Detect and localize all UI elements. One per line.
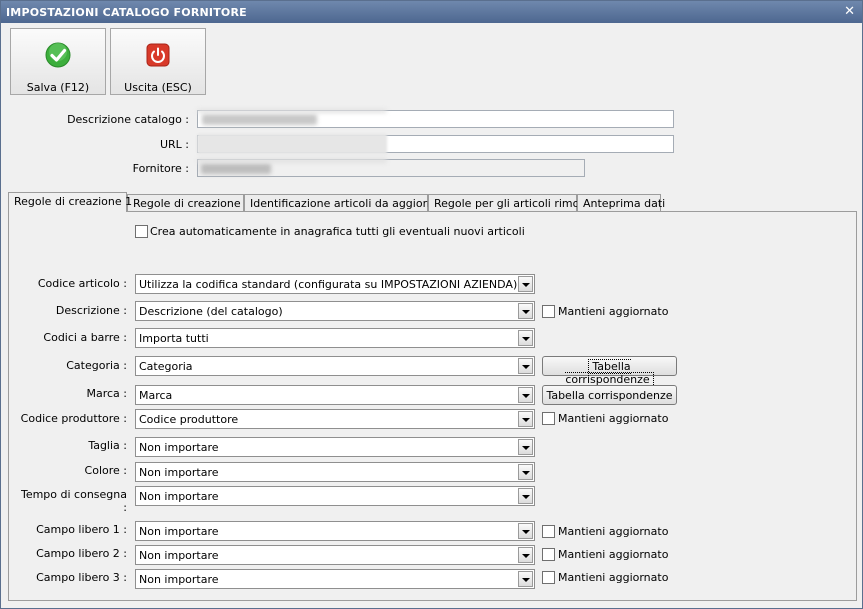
marca-select[interactable]: Marca <box>135 385 535 405</box>
campo-libero-3-keep-updated-checkbox[interactable] <box>542 571 555 584</box>
check-icon <box>45 42 71 68</box>
marca-mapping-button[interactable]: Tabella corrispondenze <box>542 385 677 405</box>
marca-label: Marca : <box>86 387 127 400</box>
chevron-down-icon[interactable] <box>518 464 533 480</box>
codice-articolo-select[interactable]: Utilizza la codifica standard (configura… <box>135 274 535 294</box>
window-title: IMPOSTAZIONI CATALOGO FORNITORE <box>6 6 247 19</box>
campo-libero-2-label: Campo libero 2 : <box>36 547 127 560</box>
tab-anteprima-dati[interactable]: Anteprima dati <box>577 194 665 211</box>
descrizione-catalogo-label: Descrizione catalogo : <box>67 113 189 126</box>
codice-produttore-select[interactable]: Codice produttore <box>135 409 535 429</box>
chevron-down-icon[interactable] <box>518 303 533 319</box>
close-icon[interactable]: ✕ <box>844 4 855 19</box>
save-button-label: Salva (F12) <box>26 81 90 94</box>
codice-produttore-label: Codice produttore : <box>20 412 127 425</box>
button-label: Tabella corrispondenze <box>546 389 673 402</box>
tab-regole-articoli-rimossi[interactable]: Regole per gli articoli rimossi <box>428 194 594 211</box>
campo-libero-1-label: Campo libero 1 : <box>36 523 127 536</box>
taglia-select[interactable]: Non importare <box>135 437 535 457</box>
chevron-down-icon[interactable] <box>518 358 533 374</box>
redacted-text <box>201 163 271 174</box>
tab-panel <box>8 211 857 601</box>
select-value: Non importare <box>139 549 219 562</box>
chevron-down-icon[interactable] <box>518 439 533 455</box>
descrizione-select[interactable]: Descrizione (del catalogo) <box>135 301 535 321</box>
campo-libero-2-select[interactable]: Non importare <box>135 545 535 565</box>
fornitore-label: Fornitore : <box>132 162 189 175</box>
chevron-down-icon[interactable] <box>518 276 533 292</box>
chevron-down-icon[interactable] <box>518 488 533 504</box>
campo-libero-2-keep-updated-checkbox[interactable] <box>542 548 555 561</box>
chevron-down-icon[interactable] <box>518 547 533 563</box>
categoria-mapping-button[interactable]: Tabella corrispondenze <box>542 356 677 387</box>
chevron-down-icon[interactable] <box>518 571 533 587</box>
url-input[interactable] <box>197 134 674 154</box>
select-value: Utilizza la codifica standard (configura… <box>139 278 518 291</box>
descrizione-catalogo-input[interactable] <box>197 109 674 128</box>
tempo-consegna-select[interactable]: Non importare <box>135 486 535 506</box>
title-bar[interactable]: IMPOSTAZIONI CATALOGO FORNITORE ✕ <box>1 1 862 23</box>
campo-libero-3-select[interactable]: Non importare <box>135 569 535 589</box>
keep-updated-label: Mantieni aggiornato <box>558 571 669 584</box>
tab-identificazione-articoli[interactable]: Identificazione articoli da aggiornare <box>244 194 452 211</box>
chevron-down-icon[interactable] <box>518 330 533 346</box>
tab-label: Identificazione articoli da aggiornare <box>250 197 452 210</box>
power-icon <box>146 43 170 67</box>
select-value: Non importare <box>139 441 219 454</box>
exit-button-label: Uscita (ESC) <box>124 81 192 94</box>
campo-libero-1-keep-updated-checkbox[interactable] <box>542 525 555 538</box>
categoria-label: Categoria : <box>66 359 127 372</box>
keep-updated-label: Mantieni aggiornato <box>558 548 669 561</box>
descrizione-label: Descrizione : <box>55 304 127 317</box>
chevron-down-icon[interactable] <box>518 411 533 427</box>
chevron-down-icon[interactable] <box>518 523 533 539</box>
button-label: Tabella corrispondenze <box>565 359 654 387</box>
campo-libero-1-select[interactable]: Non importare <box>135 521 535 541</box>
tab-regole-creazione-2[interactable]: Regole di creazione 2 <box>127 194 251 211</box>
codici-a-barre-label: Codici a barre : <box>43 331 127 344</box>
select-value: Non importare <box>139 466 219 479</box>
keep-updated-label: Mantieni aggiornato <box>558 525 669 538</box>
campo-libero-3-label: Campo libero 3 : <box>36 571 127 584</box>
save-button[interactable]: Salva (F12) <box>10 28 106 95</box>
redacted-text <box>202 114 317 125</box>
tab-regole-creazione-1[interactable]: Regole di creazione 1 <box>8 192 132 212</box>
codice-produttore-keep-updated-checkbox[interactable] <box>542 412 555 425</box>
dialog-window: IMPOSTAZIONI CATALOGO FORNITORE ✕ Salva … <box>0 0 863 609</box>
select-value: Importa tutti <box>139 332 209 345</box>
select-value: Descrizione (del catalogo) <box>139 305 283 318</box>
select-value: Non importare <box>139 525 219 538</box>
descrizione-keep-updated-checkbox[interactable] <box>542 305 555 318</box>
exit-button[interactable]: Uscita (ESC) <box>110 28 206 95</box>
auto-create-checkbox[interactable] <box>135 225 148 238</box>
auto-create-label: Crea automaticamente in anagrafica tutti… <box>150 225 525 238</box>
colore-label: Colore : <box>84 464 127 477</box>
keep-updated-label: Mantieni aggiornato <box>558 305 669 318</box>
tempo-consegna-label: Tempo di consegna : <box>20 488 127 514</box>
categoria-select[interactable]: Categoria <box>135 356 535 376</box>
tab-label: Anteprima dati <box>583 197 666 210</box>
keep-updated-label: Mantieni aggiornato <box>558 412 669 425</box>
fornitore-field <box>197 158 585 177</box>
select-value: Categoria <box>139 360 193 373</box>
tab-label: Regole per gli articoli rimossi <box>434 197 594 210</box>
select-value: Codice produttore <box>139 413 239 426</box>
codice-articolo-label: Codice articolo : <box>37 277 127 290</box>
select-value: Non importare <box>139 490 219 503</box>
select-value: Non importare <box>139 573 219 586</box>
colore-select[interactable]: Non importare <box>135 462 535 482</box>
taglia-label: Taglia : <box>88 439 127 452</box>
codici-a-barre-select[interactable]: Importa tutti <box>135 328 535 348</box>
chevron-down-icon[interactable] <box>518 387 533 403</box>
tab-label: Regole di creazione 1 <box>14 195 133 208</box>
url-label: URL : <box>159 138 189 151</box>
select-value: Marca <box>139 389 173 402</box>
tab-label: Regole di creazione 2 <box>133 197 252 210</box>
